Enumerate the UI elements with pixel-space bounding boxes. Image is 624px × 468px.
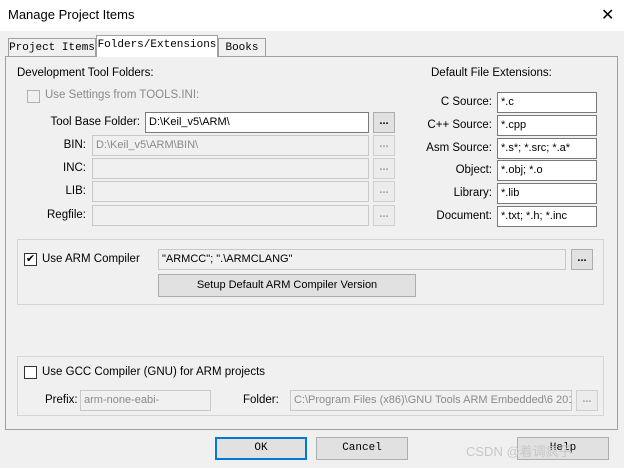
arm-compiler-browse-button[interactable]: ... [571,249,593,270]
watermark: CSDN @着调疯子 [466,444,572,459]
arm-compiler-path-field[interactable]: "ARMCC"; ".\ARMCLANG" [158,249,566,270]
bin-field[interactable]: D:\Keil_v5\ARM\BIN\ [92,135,369,156]
document-field[interactable]: *.txt; *.h; *.inc [497,206,597,227]
tool-base-field[interactable]: D:\Keil_v5\ARM\ [145,112,369,133]
gcc-folder-label: Folder: [243,394,279,406]
use-gcc-compiler-checkbox[interactable] [24,366,37,379]
asm-source-label: Asm Source: [426,142,492,154]
use-gcc-compiler-label: Use GCC Compiler (GNU) for ARM projects [42,366,266,378]
asm-source-field[interactable]: *.s*; *.src; *.a* [497,138,597,159]
use-settings-label: Use Settings from TOOLS.INI: [45,89,200,101]
cpp-source-label: C++ Source: [427,119,492,131]
regfile-browse-button[interactable]: ... [373,205,395,226]
use-arm-compiler-label: Use ARM Compiler [42,253,140,265]
object-field[interactable]: *.obj; *.o [497,160,597,181]
inc-browse-button[interactable]: ... [373,158,395,179]
gcc-prefix-label: Prefix: [45,394,78,406]
document-label: Document: [436,210,492,222]
library-field[interactable]: *.lib [497,183,597,204]
library-label: Library: [453,187,492,199]
extensions-heading: Default File Extensions: [431,67,552,79]
bin-label: BIN: [63,139,86,151]
folders-heading: Development Tool Folders: [17,67,154,79]
c-source-field[interactable]: *.c [497,92,597,113]
gcc-folder-browse-button[interactable]: ... [576,390,598,411]
regfile-field[interactable] [92,205,369,226]
cpp-source-field[interactable]: *.cpp [497,115,597,136]
tool-base-label: Tool Base Folder: [50,116,141,128]
lib-label: LIB: [65,185,86,197]
bin-browse-button[interactable]: ... [373,135,395,156]
setup-arm-compiler-button[interactable]: Setup Default ARM Compiler Version [158,274,416,297]
gcc-prefix-field[interactable]: arm-none-eabi- [80,390,211,411]
use-arm-compiler-checkbox[interactable]: ✔ [24,253,37,266]
lib-browse-button[interactable]: ... [373,181,395,202]
gcc-folder-field[interactable]: C:\Program Files (x86)\GNU Tools ARM Emb… [290,390,572,411]
tool-base-browse-button[interactable]: ... [373,112,395,133]
regfile-label: Regfile: [47,209,86,221]
inc-field[interactable] [92,158,369,179]
inc-label: INC: [63,162,86,174]
object-label: Object: [455,164,492,176]
use-settings-checkbox[interactable] [27,90,40,103]
lib-field[interactable] [92,181,369,202]
c-source-label: C Source: [440,96,492,108]
